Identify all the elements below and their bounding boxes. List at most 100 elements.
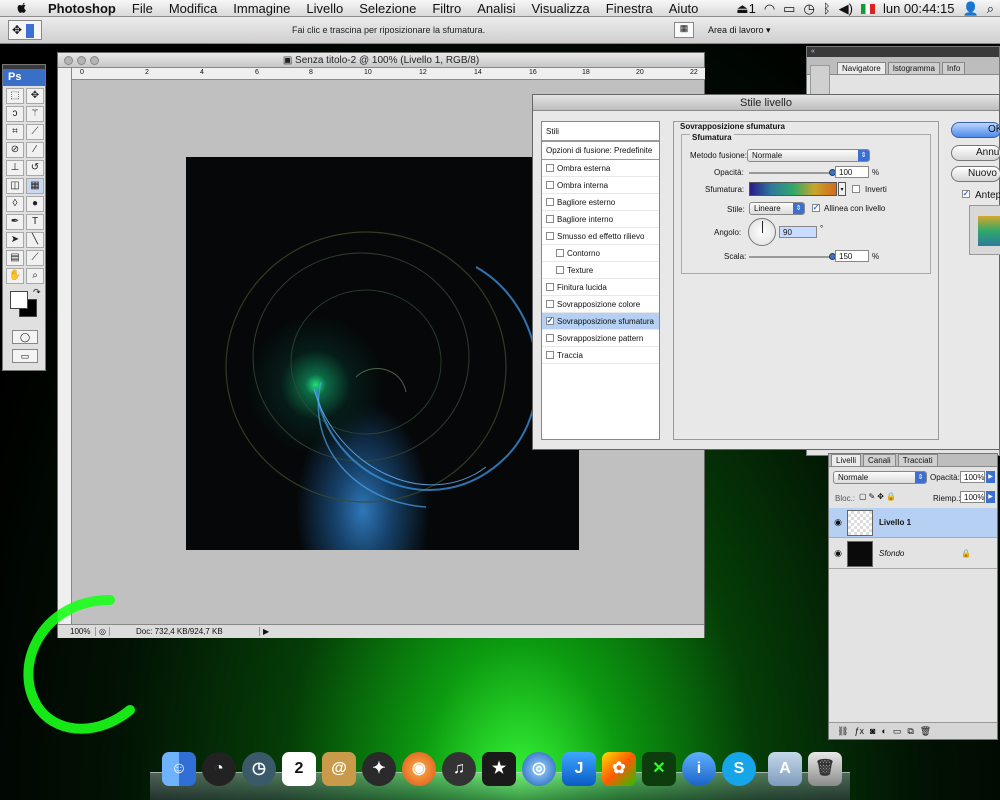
canvas-image[interactable]: [186, 157, 579, 550]
opacity-slider[interactable]: [749, 172, 833, 174]
blur-tool-icon[interactable]: ◊: [6, 196, 24, 212]
display-icon[interactable]: ▭: [783, 1, 795, 17]
dvd-icon[interactable]: ◎: [522, 752, 556, 786]
healing-brush-tool-icon[interactable]: ⊘: [6, 142, 24, 158]
move-tool-icon[interactable]: ✥: [26, 88, 44, 104]
flag-icon[interactable]: [860, 3, 875, 14]
address-book-icon[interactable]: @: [322, 752, 356, 786]
wifi-icon[interactable]: ◠: [764, 1, 775, 17]
group-folder-icon[interactable]: ▭: [893, 726, 902, 737]
brush-tool-icon[interactable]: ∕: [26, 142, 44, 158]
style-item[interactable]: Sovrapposizione colore: [542, 296, 659, 313]
eyedropper2-tool-icon[interactable]: ⟋: [26, 250, 44, 266]
menu-analisi[interactable]: Analisi: [469, 1, 523, 16]
visibility-eye-icon[interactable]: ◉: [829, 517, 847, 528]
adjustment-layer-icon[interactable]: ◐: [881, 726, 886, 736]
gradient-picker[interactable]: [749, 182, 837, 196]
applications-folder-icon[interactable]: A: [768, 752, 802, 786]
tab-navigatore[interactable]: Navigatore: [837, 62, 886, 74]
quick-mask-button[interactable]: ◯: [12, 330, 38, 344]
menu-selezione[interactable]: Selezione: [351, 1, 424, 16]
style-item[interactable]: Sovrapposizione pattern: [542, 330, 659, 347]
compass-icon[interactable]: ✦: [362, 752, 396, 786]
opacity-input[interactable]: 100: [835, 166, 869, 178]
navigator-collapse-bar[interactable]: «: [807, 47, 999, 57]
document-titlebar[interactable]: ▣ Senza titolo-2 @ 100% (Livello 1, RGB/…: [58, 53, 704, 68]
tool-preset-picker[interactable]: ✥: [8, 20, 42, 40]
style-item[interactable]: Contorno: [542, 245, 659, 262]
scale-slider[interactable]: [749, 256, 833, 258]
new-style-button[interactable]: Nuovo stile...: [951, 166, 1000, 182]
layer-opacity-arrow[interactable]: ▶: [986, 471, 995, 483]
styles-header[interactable]: Stili: [542, 122, 659, 142]
tab-info[interactable]: Info: [941, 62, 966, 74]
layer-opacity-input[interactable]: 100%: [960, 471, 985, 483]
close-window-button[interactable]: [64, 56, 73, 65]
layer-row-sfondo[interactable]: ◉ Sfondo 🔒: [829, 539, 997, 569]
tab-livelli[interactable]: Livelli: [831, 454, 862, 466]
tab-istogramma[interactable]: Istogramma: [887, 62, 940, 74]
workspace-icon[interactable]: ▦: [674, 22, 694, 38]
scale-input[interactable]: 150: [835, 250, 869, 262]
layer-name[interactable]: Sfondo: [879, 549, 961, 558]
style-item[interactable]: Traccia: [542, 347, 659, 364]
layer-row-livello-1[interactable]: ◉ Livello 1: [829, 508, 997, 538]
dashboard-icon[interactable]: ◔: [202, 752, 236, 786]
finder-icon[interactable]: ☺: [162, 752, 196, 786]
style-item[interactable]: Ombra interna: [542, 177, 659, 194]
menu-modifica[interactable]: Modifica: [161, 1, 225, 16]
lasso-tool-icon[interactable]: ↄ: [6, 106, 24, 122]
style-checkbox[interactable]: [546, 198, 554, 206]
menu-aiuto[interactable]: Aiuto: [661, 1, 707, 16]
x-app-icon[interactable]: ✕: [642, 752, 676, 786]
style-checkbox[interactable]: ✓: [546, 317, 554, 325]
zoom-tool-icon[interactable]: ⌕: [26, 268, 44, 284]
style-item[interactable]: Ombra esterna: [542, 160, 659, 177]
clock[interactable]: lun 00:44:15: [883, 1, 955, 16]
trash-icon[interactable]: 🗑: [808, 752, 842, 786]
style-item[interactable]: ✓ Sovrapposizione sfumatura: [542, 313, 659, 330]
skype-icon[interactable]: S: [722, 752, 756, 786]
menu-finestra[interactable]: Finestra: [598, 1, 661, 16]
trash-icon[interactable]: 🗑: [920, 726, 931, 737]
style-item[interactable]: Texture: [542, 262, 659, 279]
ruler-vertical[interactable]: [58, 68, 72, 624]
style-checkbox[interactable]: [546, 351, 554, 359]
clone-stamp-tool-icon[interactable]: ⊥: [6, 160, 24, 176]
ruler-horizontal[interactable]: 0 2 4 6 8 10 12 14 16 18 20 22: [72, 68, 705, 80]
itunes-icon[interactable]: ♫: [442, 752, 476, 786]
style-item[interactable]: Finitura lucida: [542, 279, 659, 296]
line-tool-icon[interactable]: ╲: [26, 232, 44, 248]
style-item[interactable]: Bagliore interno: [542, 211, 659, 228]
eraser-tool-icon[interactable]: ◫: [6, 178, 24, 194]
magic-wand-tool-icon[interactable]: ⚚: [26, 106, 44, 122]
spotlight-icon[interactable]: ⌕: [987, 1, 994, 17]
user-icon[interactable]: 👤: [963, 1, 979, 17]
style-checkbox[interactable]: [546, 181, 554, 189]
style-checkbox[interactable]: [556, 266, 564, 274]
menu-file[interactable]: File: [124, 1, 161, 16]
fx-icon[interactable]: ƒx: [854, 726, 864, 736]
align-with-layer-checkbox[interactable]: ✓: [812, 204, 820, 212]
style-checkbox[interactable]: [546, 283, 554, 291]
style-item[interactable]: Smusso ed effetto rilievo: [542, 228, 659, 245]
style-checkbox[interactable]: [546, 300, 554, 308]
dialog-title[interactable]: Stile livello: [533, 95, 999, 111]
info-icon[interactable]: i: [682, 752, 716, 786]
invert-checkbox[interactable]: [852, 185, 860, 193]
j-app-icon[interactable]: J: [562, 752, 596, 786]
status-menu-arrow[interactable]: ▶: [260, 627, 269, 636]
cancel-button[interactable]: Annulla: [951, 145, 1000, 161]
screen-mode-button[interactable]: ▭: [12, 349, 38, 363]
notes-tool-icon[interactable]: ▤: [6, 250, 24, 266]
layer-blend-mode-select[interactable]: Normale ⇕: [833, 471, 927, 484]
tab-canali[interactable]: Canali: [863, 454, 896, 466]
blend-options-item[interactable]: Opzioni di fusione: Predefinite: [542, 142, 659, 160]
style-select[interactable]: Lineare ⇕: [749, 202, 805, 215]
apple-icon[interactable]: [14, 1, 30, 15]
menu-livello[interactable]: Livello: [298, 1, 351, 16]
fill-arrow[interactable]: ▶: [986, 491, 995, 503]
type-tool-icon[interactable]: T: [26, 214, 44, 230]
visibility-eye-icon[interactable]: ◉: [829, 548, 847, 559]
firefox-icon[interactable]: ◉: [402, 752, 436, 786]
